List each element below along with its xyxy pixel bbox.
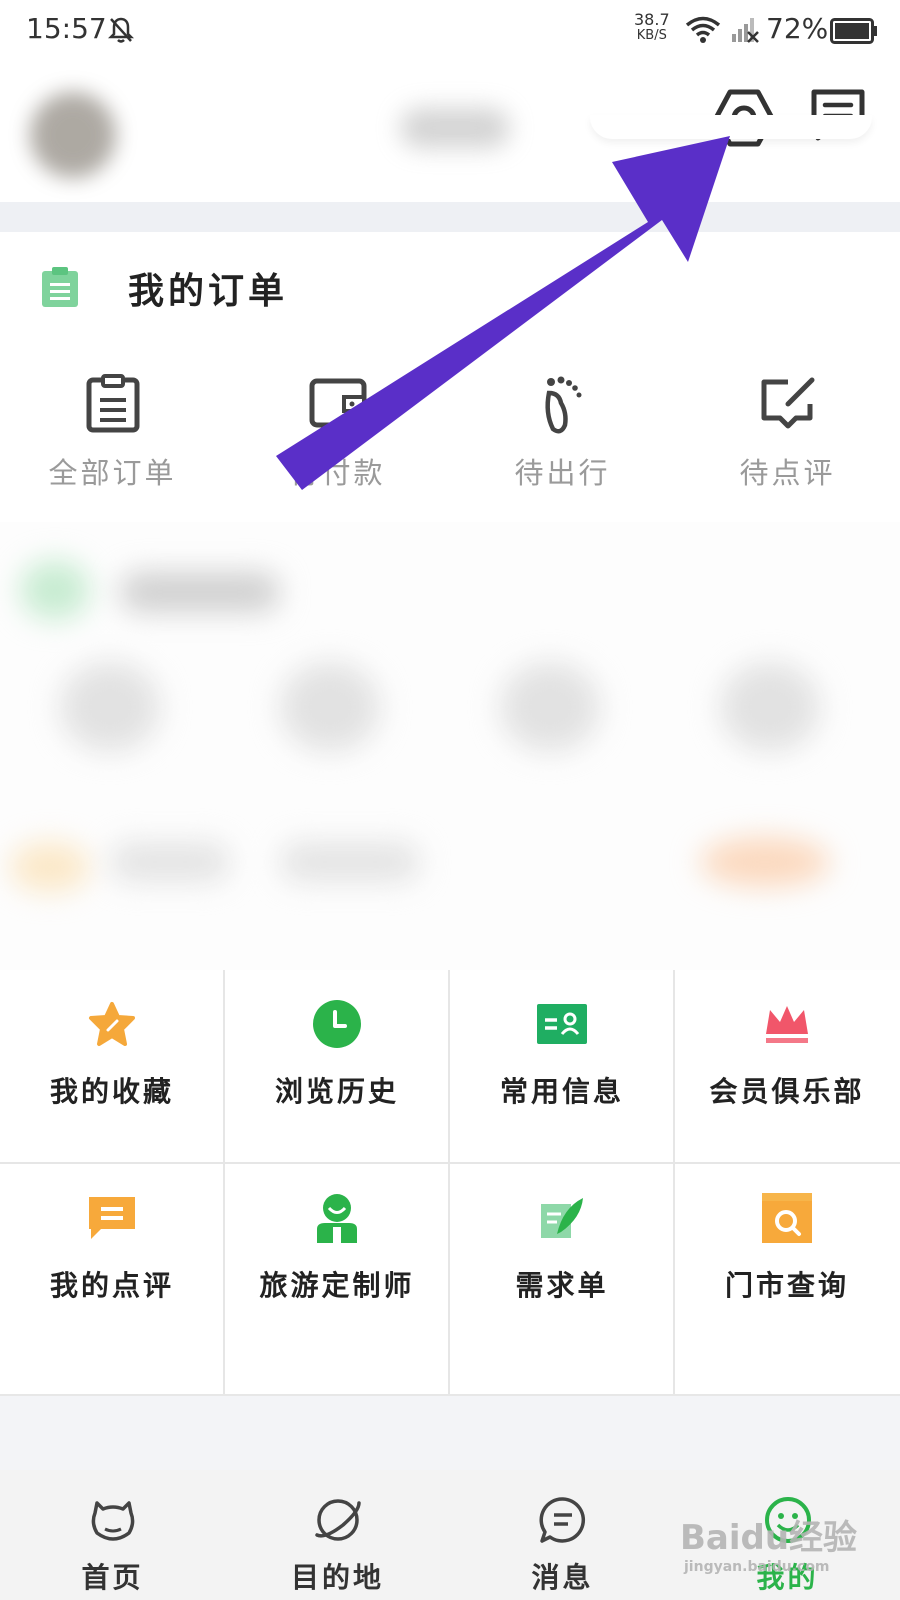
order-all-label: 全部订单 — [48, 456, 177, 490]
order-all[interactable]: 全部订单 — [0, 372, 225, 492]
blurred-item — [60, 662, 160, 752]
services-grid: 我的收藏 浏览历史 常用信息 会员俱乐部 我的点评 旅游定制师 需求单 门市查询 — [0, 970, 900, 1396]
watermark: Baidu经验 jingyan.baidu.com — [680, 1510, 880, 1580]
person-icon — [225, 1188, 449, 1248]
status-time: 15:57 — [26, 12, 107, 45]
id-card-icon — [450, 994, 674, 1054]
footprint-icon — [450, 372, 675, 436]
username-blurred[interactable] — [400, 108, 510, 148]
service-label: 常用信息 — [499, 1075, 624, 1108]
planet-icon — [225, 1494, 450, 1546]
watermark-line1: Baidu经验 — [680, 1518, 858, 1558]
blurred-text — [280, 842, 420, 882]
wallet-icon — [225, 372, 450, 436]
net-speed-value: 38.7 — [634, 10, 670, 29]
blurred-text — [110, 842, 230, 882]
orders-section: 我的订单 全部订单 待付款 待出行 待点评 — [0, 232, 900, 522]
comment-icon — [0, 1188, 224, 1248]
battery-percent: 72% — [766, 12, 829, 45]
nav-messages-label: 消息 — [531, 1561, 594, 1594]
bell-muted-icon — [107, 16, 135, 48]
wifi-icon — [685, 16, 721, 48]
service-requests[interactable]: 需求单 — [450, 1164, 674, 1394]
header-card-edge — [590, 115, 872, 139]
order-unpaid-label: 待付款 — [289, 456, 386, 490]
service-travel-designer[interactable]: 旅游定制师 — [225, 1164, 449, 1394]
edit-comment-icon — [675, 372, 900, 436]
blurred-item — [500, 662, 600, 752]
service-my-reviews[interactable]: 我的点评 — [0, 1164, 224, 1394]
blurred-badge — [700, 837, 830, 887]
avatar[interactable] — [30, 92, 116, 178]
nav-destination[interactable]: 目的地 — [225, 1494, 450, 1596]
order-clipboard-icon — [40, 265, 80, 313]
order-unpaid[interactable]: 待付款 — [225, 372, 450, 492]
chat-icon — [450, 1494, 675, 1546]
blurred-badge — [10, 842, 90, 892]
signal-icon — [730, 16, 760, 48]
blurred-item — [280, 662, 380, 752]
nav-destination-label: 目的地 — [290, 1561, 384, 1594]
clipboard-icon — [0, 372, 225, 436]
quill-icon — [450, 1188, 674, 1248]
nav-home-label: 首页 — [81, 1561, 144, 1594]
service-label: 我的点评 — [49, 1269, 174, 1302]
section-gap — [0, 202, 900, 232]
clock-icon — [225, 994, 449, 1054]
order-upcoming-label: 待出行 — [514, 456, 611, 490]
network-speed: 38.7 KB/S — [634, 12, 670, 44]
blurred-icon — [20, 560, 90, 620]
blurred-item — [720, 662, 820, 752]
watermark-line2: jingyan.baidu.com — [684, 1559, 830, 1575]
service-label: 门市查询 — [724, 1269, 849, 1302]
blurred-title — [120, 572, 280, 612]
order-to-review-label: 待点评 — [739, 456, 836, 490]
service-label: 旅游定制师 — [259, 1269, 415, 1302]
cow-icon — [0, 1494, 225, 1546]
service-label: 会员俱乐部 — [709, 1075, 865, 1108]
star-icon — [0, 994, 224, 1054]
net-speed-unit: KB/S — [636, 28, 667, 43]
crown-icon — [675, 994, 899, 1054]
service-label: 浏览历史 — [274, 1075, 399, 1108]
order-upcoming[interactable]: 待出行 — [450, 372, 675, 492]
status-bar: 15:57 38.7 KB/S 72% — [0, 0, 900, 62]
nav-home[interactable]: 首页 — [0, 1494, 225, 1596]
orders-title[interactable]: 我的订单 — [128, 262, 288, 314]
service-label: 需求单 — [515, 1269, 609, 1302]
blurred-section — [0, 522, 900, 970]
order-to-review[interactable]: 待点评 — [675, 372, 900, 492]
service-label: 我的收藏 — [49, 1075, 174, 1108]
store-search-icon — [675, 1188, 899, 1248]
nav-messages[interactable]: 消息 — [450, 1494, 675, 1596]
service-store-search[interactable]: 门市查询 — [675, 1164, 899, 1394]
battery-icon — [830, 18, 878, 48]
